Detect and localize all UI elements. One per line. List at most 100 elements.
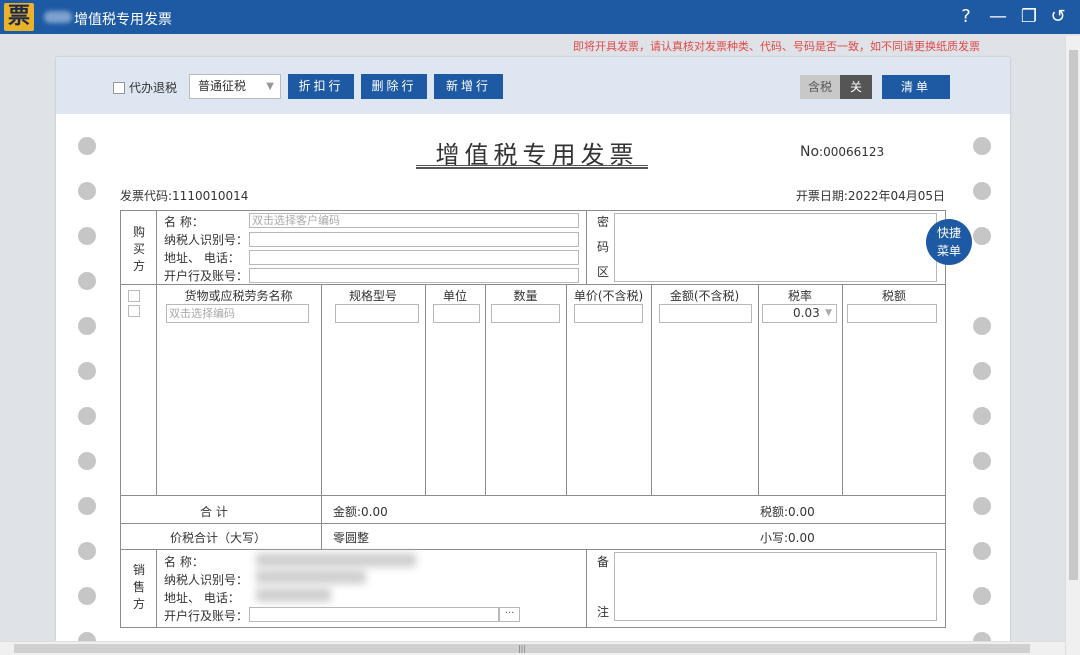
grid-line (945, 210, 946, 628)
seller-name-label: 名 称： (164, 555, 204, 569)
col-qty-header: 数量 (513, 289, 538, 303)
seller-label-1: 销 (132, 563, 145, 577)
discount-row-button[interactable]: 折扣行 (288, 74, 354, 99)
delete-row-button[interactable]: 删除行 (361, 74, 427, 99)
grid-line (120, 549, 946, 550)
tax-rate-value: 0.03 (793, 306, 820, 320)
tax-included-toggle[interactable]: 关 (840, 75, 872, 99)
invoice-number-value: :00066123 (819, 145, 885, 159)
seller-label-2: 售 (132, 580, 145, 594)
goods-name-input[interactable]: 双击选择编码 (166, 304, 309, 323)
warning-message: 即将开具发票，请认真核对发票种类、代码、号码是否一致，如不同请更换纸质发票 (573, 40, 980, 53)
minimize-icon[interactable]: — (986, 5, 1010, 29)
grand-total-label: 价税合计（大写） (170, 531, 267, 545)
buyer-label-1: 购 (132, 225, 145, 239)
select-all-checkbox[interactable] (128, 290, 140, 302)
paper-hole (78, 587, 96, 605)
paper-hole (973, 317, 991, 335)
paper-hole (78, 452, 96, 470)
window-title: 增值税专用发票 (74, 12, 172, 28)
horizontal-scrollbar-thumb[interactable]: ||| (14, 644, 1030, 653)
redacted-seller-taxid (256, 570, 366, 584)
amount-input[interactable] (659, 304, 752, 323)
paper-hole (973, 542, 991, 560)
buyer-taxid-input[interactable] (249, 232, 579, 247)
blurred-title-prefix (44, 11, 72, 23)
total-tax: 税额:0.00 (760, 505, 815, 519)
paper-hole (973, 362, 991, 380)
seller-bank-input[interactable] (249, 607, 499, 622)
tax-type-value: 普通征税 (198, 79, 247, 93)
help-icon[interactable]: ? (954, 5, 978, 29)
checkbox-icon[interactable] (113, 81, 125, 94)
agent-refund-label: 代办退税 (129, 81, 178, 95)
secret-area (614, 213, 937, 282)
seller-address-label: 地址、 电话： (164, 591, 240, 605)
grand-total-upper: 零圆整 (333, 531, 370, 545)
grid-line (156, 549, 157, 627)
grid-line (651, 284, 652, 496)
buyer-label-3: 方 (132, 259, 145, 273)
remark-label-2: 注 (596, 605, 609, 619)
grid-line (586, 210, 587, 285)
paper-hole (78, 137, 96, 155)
paper-hole (973, 632, 991, 641)
paper-hole (78, 632, 96, 641)
buyer-name-input[interactable]: 双击选择客户编码 (249, 213, 579, 228)
horizontal-scrollbar[interactable]: ||| (0, 641, 1065, 655)
paper-hole (973, 227, 991, 245)
row-checkbox[interactable] (128, 305, 140, 317)
tax-input[interactable] (847, 304, 937, 323)
grid-line (120, 523, 946, 524)
grid-line (566, 284, 567, 496)
grid-line (586, 549, 587, 627)
secret-label-1: 密 (596, 215, 609, 229)
grid-line (425, 284, 426, 496)
paper-hole (78, 362, 96, 380)
quick-menu-button[interactable]: 快捷 菜单 (926, 219, 972, 265)
paper-hole (78, 317, 96, 335)
buyer-bank-input[interactable] (249, 268, 579, 283)
toolbar: 代办退税 普通征税 ▼ 折扣行 删除行 新增行 含税 关 清单 (56, 57, 1010, 114)
buyer-address-label: 地址、 电话： (164, 251, 240, 265)
unit-input[interactable] (433, 304, 480, 323)
vertical-scrollbar-thumb[interactable] (1069, 50, 1078, 580)
spec-input[interactable] (335, 304, 419, 323)
seller-label-3: 方 (132, 597, 145, 611)
buyer-taxid-label: 纳税人识别号： (164, 233, 249, 247)
qty-input[interactable] (491, 304, 560, 323)
invoice-date: 开票日期:2022年04月05日 (795, 189, 945, 203)
invoice-panel: 代办退税 普通征税 ▼ 折扣行 删除行 新增行 含税 关 清单 增值税专用发票 … (56, 57, 1010, 641)
grid-line (120, 210, 121, 628)
tax-included-label: 含税 (800, 75, 840, 99)
paper-hole (973, 407, 991, 425)
grid-line (120, 284, 946, 285)
price-input[interactable] (574, 304, 643, 323)
paper-hole (973, 497, 991, 515)
add-row-button[interactable]: 新增行 (434, 74, 503, 99)
restore-icon[interactable]: ❐ (1017, 5, 1041, 29)
paper-hole (78, 272, 96, 290)
invoice-number-label: No (800, 144, 820, 160)
buyer-address-input[interactable] (249, 250, 579, 265)
vertical-scrollbar[interactable] (1065, 36, 1080, 655)
grid-line (120, 210, 946, 211)
secret-label-2: 码 (596, 240, 609, 254)
grid-line (842, 284, 843, 496)
seller-bank-more-button[interactable]: ··· (499, 607, 520, 622)
tax-type-select[interactable]: 普通征税 ▼ (189, 74, 281, 99)
tax-rate-select[interactable]: 0.03 ▼ (762, 304, 837, 323)
secret-label-3: 区 (596, 265, 609, 279)
grid-line (120, 627, 946, 628)
chevron-down-icon: ▼ (266, 81, 274, 92)
total-label: 合 计 (200, 505, 228, 519)
agent-refund-checkbox[interactable]: 代办退税 (113, 79, 177, 96)
col-amount-header: 金额(不含税) (669, 289, 740, 303)
back-icon[interactable]: ↺ (1046, 5, 1070, 29)
list-button[interactable]: 清单 (882, 75, 950, 99)
paper-hole (78, 227, 96, 245)
col-goods-header: 货物或应税劳务名称 (184, 289, 293, 303)
col-tax-header: 税额 (881, 289, 906, 303)
paper-hole (973, 137, 991, 155)
remark-area[interactable] (614, 552, 937, 621)
